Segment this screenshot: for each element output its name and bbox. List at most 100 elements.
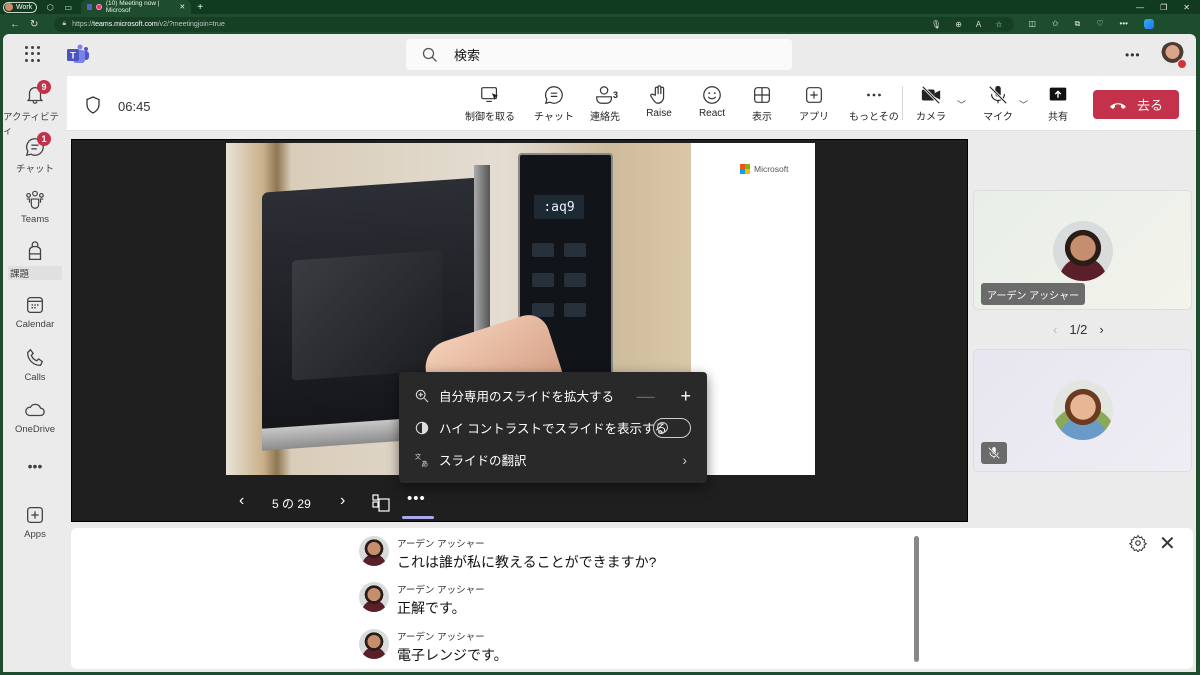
participant-avatar <box>1053 221 1113 281</box>
slide-more-options-button[interactable]: ••• <box>407 490 426 507</box>
copilot-icon[interactable] <box>1143 19 1154 29</box>
browser-essentials-icon[interactable]: ♡ <box>1096 19 1103 29</box>
slide-thumbnails-icon[interactable] <box>372 494 390 512</box>
zoom-in-button[interactable]: + <box>680 386 691 407</box>
rail-item-calls[interactable]: Calls <box>3 347 67 383</box>
back-icon[interactable]: ← <box>10 19 20 30</box>
previous-slide-button[interactable]: ‹ <box>239 492 244 510</box>
new-tab-button[interactable]: + <box>197 2 203 13</box>
rail-item-assignments[interactable]: 課題 <box>3 241 67 280</box>
chat-button[interactable]: チャット <box>534 84 574 123</box>
more-actions-button[interactable]: もっとその <box>849 84 899 123</box>
gallery-prev-button[interactable]: ‹ <box>1053 322 1057 337</box>
shield-icon[interactable] <box>85 96 101 114</box>
profile-avatar <box>5 3 13 11</box>
zoom-out-button[interactable]: — <box>636 386 654 407</box>
next-slide-button[interactable]: › <box>340 492 345 510</box>
high-contrast-toggle[interactable] <box>653 418 691 438</box>
close-tab-icon[interactable]: ✕ <box>179 3 185 11</box>
rail-item-more[interactable]: ••• <box>3 458 67 474</box>
split-screen-icon[interactable]: ◫ <box>1028 19 1036 29</box>
cloud-icon <box>25 403 45 417</box>
camera-options-chevron-icon[interactable]: ﹀ <box>957 98 966 111</box>
rail-item-chat[interactable]: 1 チャット <box>3 132 67 175</box>
translate-icon: 文あ <box>415 453 428 467</box>
translate-slide-row[interactable]: 文あ スライドの翻訳 <box>415 450 527 469</box>
rail-item-activity[interactable]: 9 アクティビティ <box>3 80 67 137</box>
raise-hand-button[interactable]: Raise <box>641 84 677 119</box>
leave-button[interactable]: 去る <box>1093 90 1179 119</box>
take-control-button[interactable]: 制御を取る <box>465 84 515 123</box>
mic-icon[interactable]: 🎙︎ <box>931 20 941 29</box>
favorites-icon[interactable]: ✩ <box>1052 19 1059 29</box>
presence-busy-icon <box>1177 59 1187 69</box>
live-captions-panel: アーデン アッシャー これは誰が私に教えることができますか? アーデン アッシャー… <box>71 528 1193 669</box>
rail-item-teams[interactable]: Teams <box>3 189 67 225</box>
rail-label: Calendar <box>15 319 55 330</box>
camera-label: カメラ <box>916 112 946 123</box>
rail-item-calendar[interactable]: Calendar <box>3 294 67 330</box>
captions-scrollbar[interactable] <box>914 536 919 662</box>
rail-item-onedrive[interactable]: OneDrive <box>3 399 67 435</box>
react-button[interactable]: React <box>694 84 730 119</box>
meeting-header: 06:45 制御を取る チャット 3 連絡先 Raise React 表示 アプ… <box>67 76 1196 131</box>
svg-text:T: T <box>70 51 76 61</box>
chat-label: チャット <box>534 112 574 123</box>
settings-more-icon[interactable]: ••• <box>1125 48 1141 62</box>
app-launcher-icon[interactable] <box>25 46 41 62</box>
minimize-icon[interactable]: — <box>1136 3 1144 12</box>
speaker-avatar <box>359 582 389 612</box>
search-input[interactable]: 検索 <box>406 39 792 70</box>
share-button[interactable]: 共有 <box>1040 84 1076 123</box>
chat-badge: 1 <box>37 132 51 146</box>
chevron-right-icon[interactable]: › <box>682 452 687 468</box>
browser-more-icon[interactable]: ••• <box>1120 19 1128 29</box>
microsoft-brand: Microsoft <box>740 164 788 174</box>
close-captions-icon[interactable]: ✕ <box>1159 531 1176 556</box>
user-avatar[interactable] <box>1160 42 1187 69</box>
camera-button[interactable]: カメラ <box>913 84 949 123</box>
search-icon <box>422 47 437 62</box>
take-control-label: 制御を取る <box>465 112 515 123</box>
close-window-icon[interactable]: ✕ <box>1183 3 1190 12</box>
zoom-icon[interactable]: ⊕ <box>955 20 962 29</box>
workspaces-icon[interactable]: ⬡ <box>45 2 55 12</box>
gear-icon[interactable] <box>1129 534 1147 552</box>
svg-text:あ: あ <box>421 460 428 467</box>
rail-item-apps[interactable]: Apps <box>3 504 67 540</box>
microsoft-logo-icon <box>740 164 750 174</box>
panel-key <box>532 243 554 257</box>
speaker-name: アーデン アッシャー <box>397 585 485 596</box>
url-field[interactable]: 🔒︎ https://teams.microsoft.com/v2/?meeti… <box>54 16 1015 32</box>
favorite-star-icon[interactable]: ☆ <box>995 20 1002 29</box>
browser-tab-meeting[interactable]: (10) Meeting now | Microsof ✕ <box>81 0 192 14</box>
speaker-name: アーデン アッシャー <box>397 539 485 550</box>
high-contrast-row[interactable]: ハイ コントラストでスライドを表示する <box>415 418 667 437</box>
profile-button[interactable]: Work <box>3 1 38 13</box>
read-aloud-icon[interactable]: A <box>976 20 981 29</box>
phone-icon <box>27 348 44 366</box>
caption-text: 正解です。 <box>397 600 466 616</box>
panel-key <box>532 273 554 287</box>
panel-key <box>564 243 586 257</box>
panel-key <box>564 273 586 287</box>
mic-options-chevron-icon[interactable]: ﹀ <box>1019 98 1028 111</box>
toolbar-divider <box>902 86 903 120</box>
participant-tile[interactable]: アーデン アッシャー <box>973 190 1192 310</box>
zoom-controls: — + <box>636 386 691 407</box>
participant-tile[interactable] <box>973 349 1192 472</box>
slide-navigation: ‹ 5 の 29 › ••• <box>72 486 969 520</box>
people-button[interactable]: 3 連絡先 <box>587 84 623 123</box>
slide-options-menu: 自分専用のスライドを拡大する — + ハイ コントラストでスライドを表示する 文… <box>399 372 707 483</box>
restore-icon[interactable]: ❐ <box>1160 3 1167 12</box>
mic-button[interactable]: マイク <box>980 84 1016 123</box>
participant-avatar <box>1053 380 1113 440</box>
active-indicator <box>402 516 434 519</box>
refresh-icon[interactable]: ↻ <box>30 19 38 30</box>
gallery-next-button[interactable]: › <box>1099 322 1103 337</box>
view-button[interactable]: 表示 <box>744 84 780 123</box>
apps-button[interactable]: アプリ <box>796 84 832 123</box>
tab-actions-icon[interactable]: ▭ <box>63 2 73 12</box>
collections-icon[interactable]: ⧉ <box>1075 19 1081 29</box>
participant-name: アーデン アッシャー <box>981 283 1086 305</box>
